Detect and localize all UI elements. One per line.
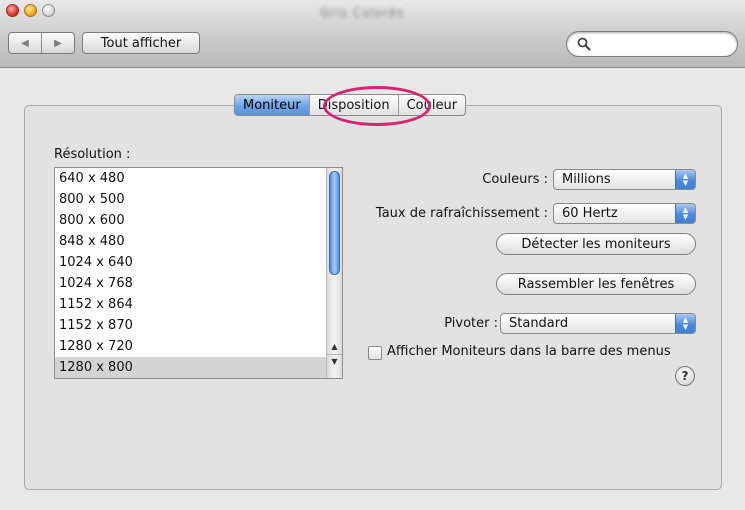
scroll-up-icon[interactable]: ▲	[327, 340, 342, 353]
resolution-item[interactable]: 800 x 500	[55, 189, 328, 210]
scrollbar-thumb[interactable]	[329, 171, 340, 275]
show-in-menubar-label[interactable]: Afficher Moniteurs dans la barre des men…	[387, 344, 671, 359]
help-button[interactable]: ?	[675, 366, 695, 386]
back-button[interactable]: ◀	[9, 33, 41, 53]
popup-arrows-icon: ▲ ▼	[675, 314, 695, 333]
show-all-button[interactable]: Tout afficher	[82, 32, 200, 54]
popup-arrows-icon: ▲ ▼	[675, 170, 695, 189]
search-field[interactable]	[566, 31, 738, 57]
tab-disposition[interactable]: Disposition	[308, 95, 398, 115]
resolution-item-selected[interactable]: 1280 x 800	[55, 357, 328, 378]
colors-popup[interactable]: Millions ▲ ▼	[553, 169, 696, 190]
search-icon	[577, 37, 591, 51]
back-arrow-icon: ◀	[21, 37, 29, 49]
resolution-item[interactable]: 800 x 600	[55, 210, 328, 231]
resolution-item[interactable]: 1280 x 720	[55, 336, 328, 357]
close-window-button[interactable]	[6, 4, 19, 17]
window-toolbar: Gris Colorés ◀ ▶ Tout afficher	[0, 0, 745, 68]
rotate-popup-value: Standard	[509, 316, 569, 331]
gather-windows-button[interactable]: Rassembler les fenêtres	[496, 273, 696, 295]
refresh-rate-popup-value: 60 Hertz	[562, 206, 618, 221]
detect-displays-button[interactable]: Détecter les moniteurs	[496, 233, 696, 255]
colors-popup-value: Millions	[562, 172, 611, 187]
resolution-item[interactable]: 1024 x 768	[55, 273, 328, 294]
refresh-rate-label: Taux de rafraîchissement :	[375, 206, 548, 221]
navigation-segment: ◀ ▶	[8, 32, 75, 54]
tab-moniteur[interactable]: Moniteur	[235, 95, 309, 115]
tab-couleur[interactable]: Couleur	[397, 95, 465, 115]
scroll-down-icon[interactable]: ▼	[327, 354, 342, 367]
colors-label: Couleurs :	[482, 172, 548, 187]
tab-bar: Moniteur Disposition Couleur	[234, 94, 467, 116]
search-input[interactable]	[595, 35, 731, 53]
resolution-item[interactable]: 640 x 480	[55, 168, 328, 189]
refresh-rate-popup[interactable]: 60 Hertz ▲ ▼	[553, 203, 696, 224]
minimize-window-button[interactable]	[24, 4, 37, 17]
resolution-label: Résolution :	[54, 147, 131, 162]
resolution-item[interactable]: 848 x 480	[55, 231, 328, 252]
zoom-window-button[interactable]	[42, 4, 55, 17]
resolution-item[interactable]: 1152 x 864	[55, 294, 328, 315]
help-question-icon: ?	[681, 369, 689, 383]
resolution-scrollbar[interactable]: ▲ ▼	[326, 168, 342, 378]
resolution-list[interactable]: 640 x 480 800 x 500 800 x 600 848 x 480 …	[54, 167, 343, 379]
show-in-menubar-checkbox[interactable]	[368, 346, 382, 360]
resolution-item[interactable]: 1024 x 640	[55, 252, 328, 273]
rotate-label: Pivoter :	[444, 316, 498, 331]
forward-button[interactable]: ▶	[41, 33, 74, 53]
window-title: Gris Colorés	[320, 6, 405, 20]
resolution-item[interactable]: 1152 x 870	[55, 315, 328, 336]
forward-arrow-icon: ▶	[54, 37, 62, 49]
popup-arrows-icon: ▲ ▼	[675, 204, 695, 223]
rotate-popup[interactable]: Standard ▲ ▼	[500, 313, 696, 334]
